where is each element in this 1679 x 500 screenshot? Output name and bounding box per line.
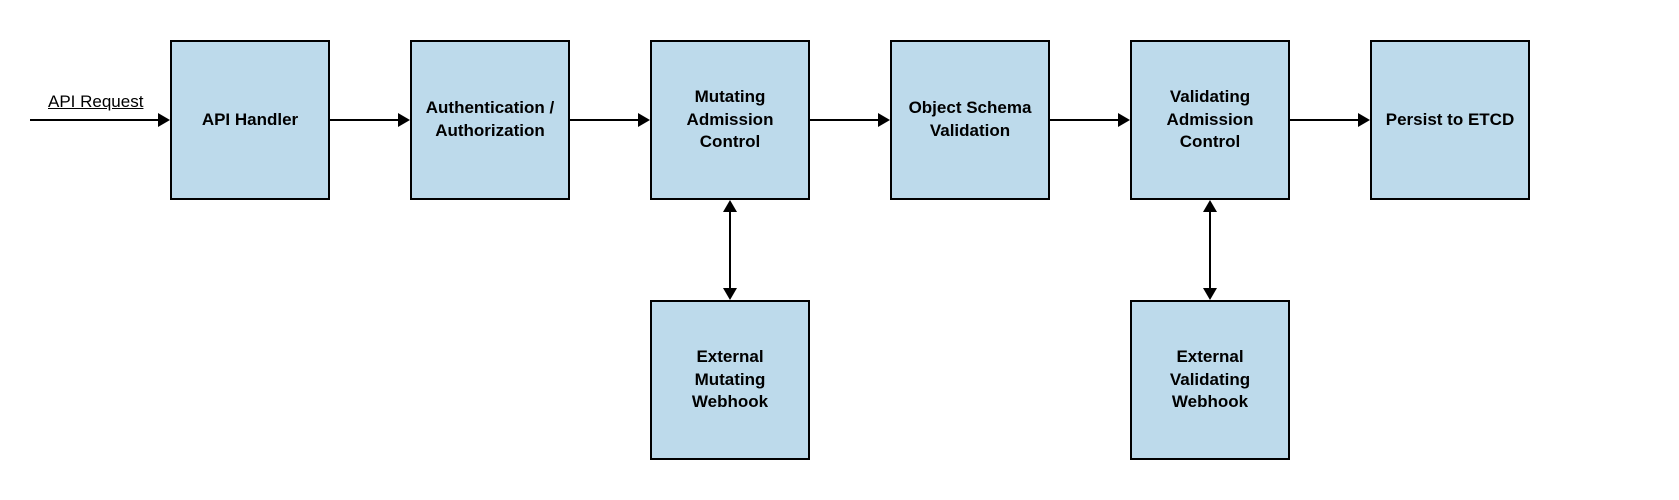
node-label: Mutating Admission Control [660, 86, 800, 155]
entry-label: API Request [48, 92, 143, 112]
node-label: Object Schema Validation [900, 97, 1040, 143]
arrow-line [1290, 119, 1358, 121]
node-label: External Validating Webhook [1140, 346, 1280, 415]
arrow-line [1209, 212, 1211, 288]
arrow-line [729, 212, 731, 288]
arrow-head-right-icon [638, 113, 650, 127]
arrow-head-up-icon [723, 200, 737, 212]
node-mutating-admission: Mutating Admission Control [650, 40, 810, 200]
arrow-head-right-icon [1358, 113, 1370, 127]
arrow-line [330, 119, 398, 121]
arrow-head-right-icon [1118, 113, 1130, 127]
node-schema-validation: Object Schema Validation [890, 40, 1050, 200]
flow-diagram: API Request API Handler Authentication /… [0, 0, 1679, 500]
arrow-head-right-icon [878, 113, 890, 127]
node-persist-etcd: Persist to ETCD [1370, 40, 1530, 200]
arrow-line [1050, 119, 1118, 121]
node-auth: Authentication / Authorization [410, 40, 570, 200]
node-api-handler: API Handler [170, 40, 330, 200]
node-label: Validating Admission Control [1140, 86, 1280, 155]
arrow-line [30, 119, 158, 121]
arrow-head-down-icon [1203, 288, 1217, 300]
arrow-head-right-icon [398, 113, 410, 127]
node-external-validating: External Validating Webhook [1130, 300, 1290, 460]
node-validating-admission: Validating Admission Control [1130, 40, 1290, 200]
arrow-head-right-icon [158, 113, 170, 127]
arrow-line [570, 119, 638, 121]
arrow-head-down-icon [723, 288, 737, 300]
node-label: API Handler [202, 109, 298, 132]
node-label: Authentication / Authorization [420, 97, 560, 143]
node-external-mutating: External Mutating Webhook [650, 300, 810, 460]
node-label: Persist to ETCD [1386, 109, 1514, 132]
arrow-head-up-icon [1203, 200, 1217, 212]
arrow-line [810, 119, 878, 121]
node-label: External Mutating Webhook [660, 346, 800, 415]
